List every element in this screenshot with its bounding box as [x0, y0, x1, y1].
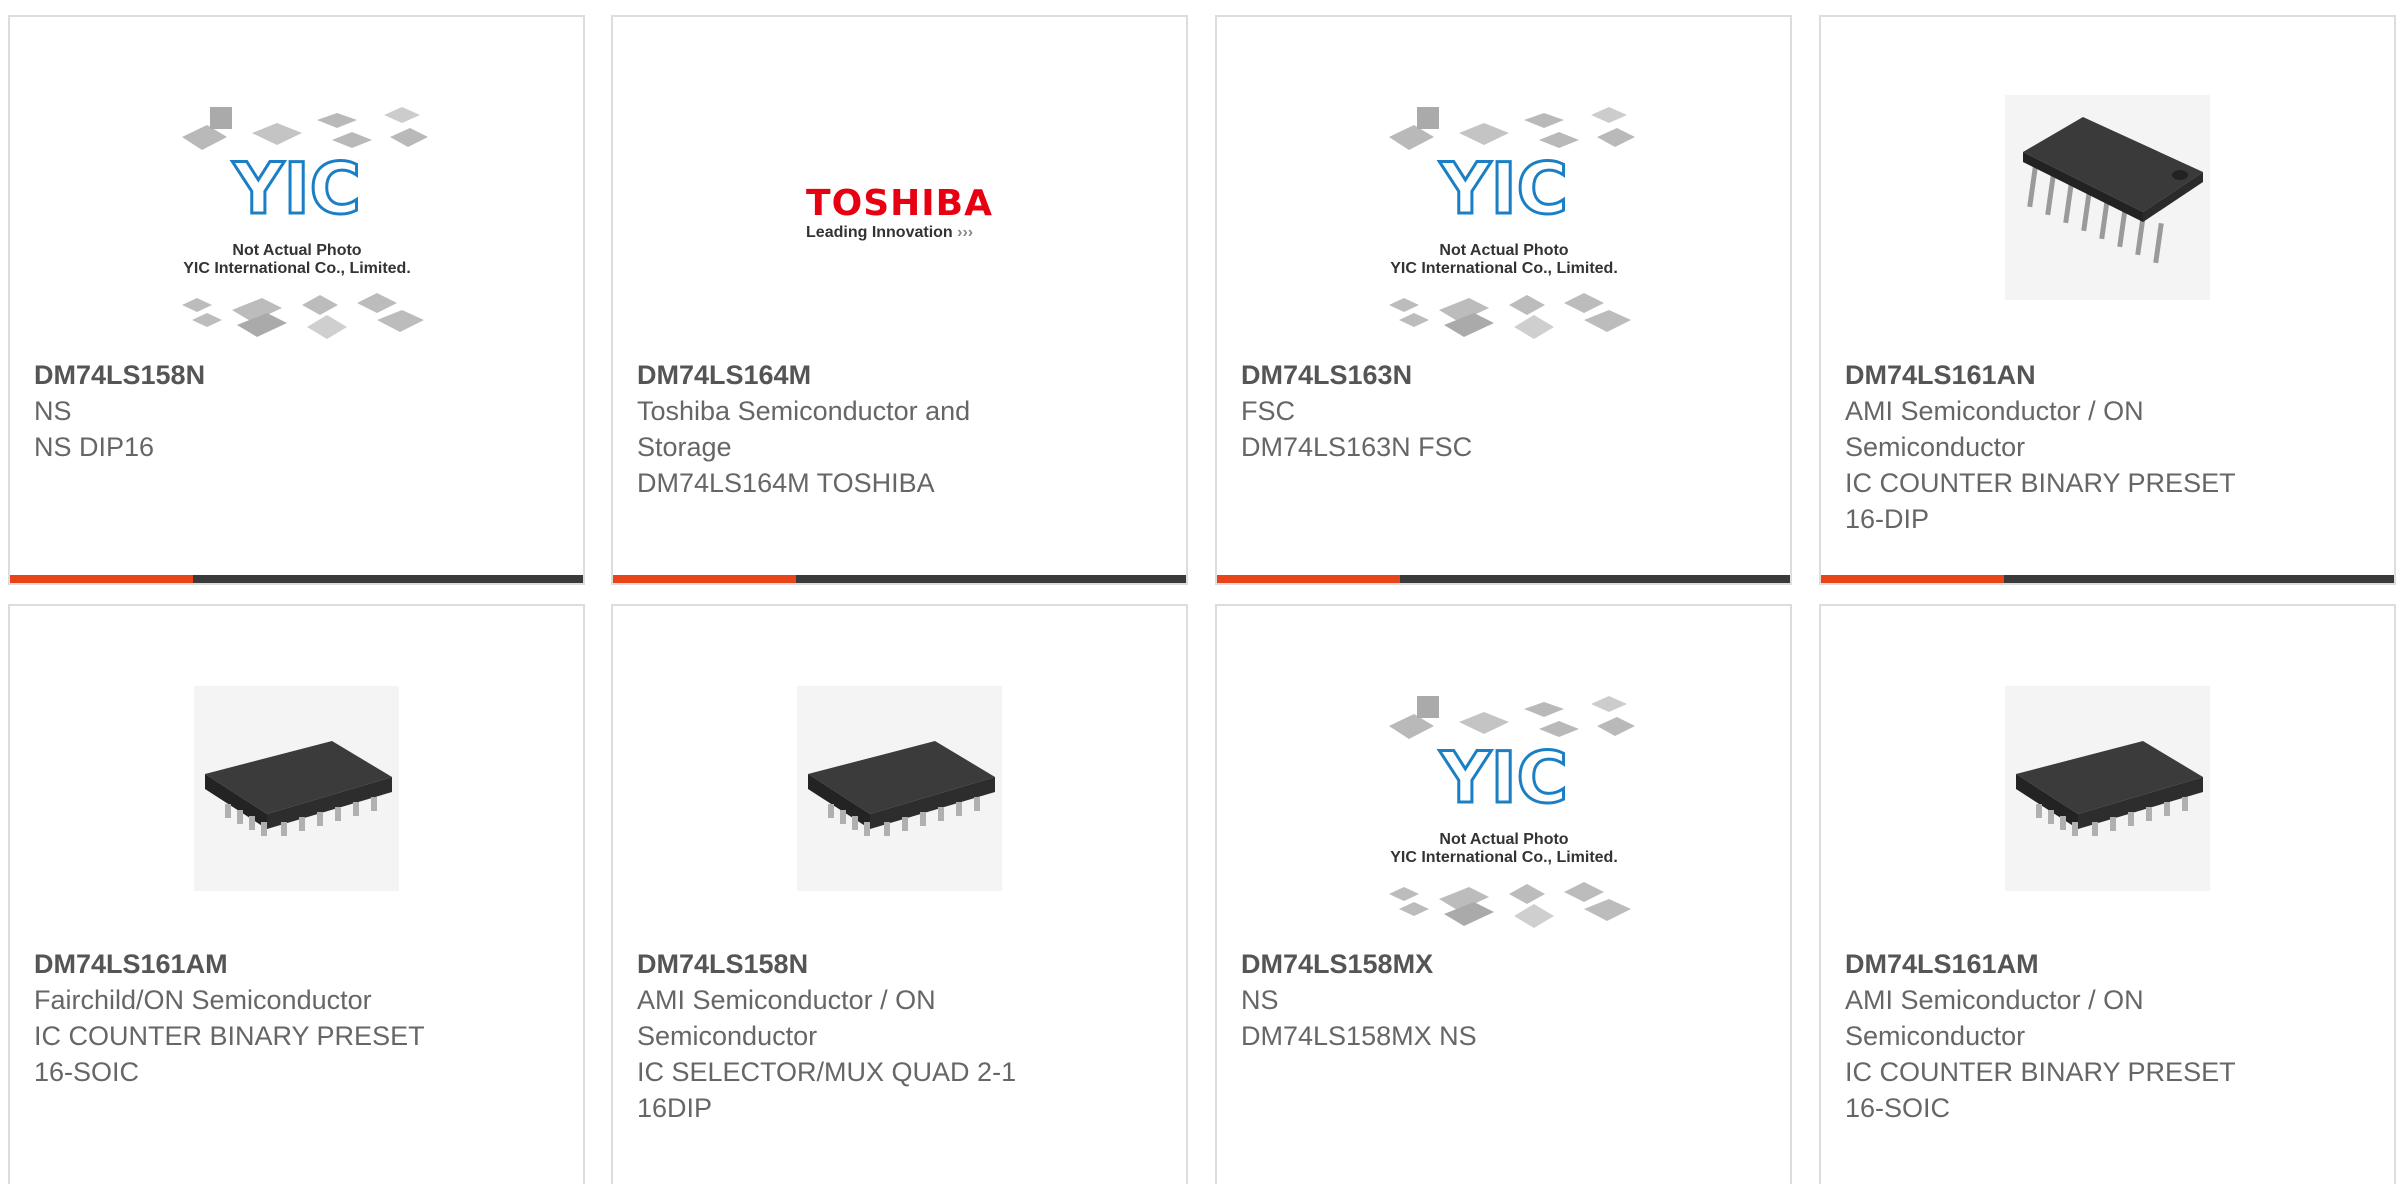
card-bottom-bar: [1217, 575, 1790, 583]
card-bottom-bar: [1821, 575, 2394, 583]
dip-chip-image: [2022, 117, 2203, 264]
product-image[interactable]: YIC Not Actual Photo YIC International C…: [1217, 656, 1790, 961]
product-info: DM74LS161AM Fairchild/ON Semiconductor I…: [34, 946, 559, 1090]
part-number[interactable]: DM74LS158N: [34, 357, 559, 393]
toshiba-logo-image: TOSHIBA Leading Innovation ›››: [806, 182, 993, 241]
product-card[interactable]: DM74LS158N AMI Semiconductor / ON Semico…: [611, 604, 1188, 1184]
part-number[interactable]: DM74LS161AM: [1845, 946, 2370, 982]
yic-placeholder-image: YIC Not Actual Photo YIC International C…: [1388, 106, 1635, 339]
product-info: DM74LS161AM AMI Semiconductor / ON Semic…: [1845, 946, 2370, 1126]
part-number[interactable]: DM74LS164M: [637, 357, 1162, 393]
card-accent: [1217, 575, 1400, 583]
description: DM74LS163N FSC: [1241, 432, 1473, 462]
description: IC COUNTER BINARY PRESET 16-DIP: [1845, 468, 2236, 534]
manufacturer: Fairchild/ON Semiconductor: [34, 985, 372, 1015]
svg-text:YIC International Co., Limited: YIC International Co., Limited.: [1390, 260, 1618, 277]
soic-chip-image: [2015, 740, 2203, 836]
product-card[interactable]: YIC Not Actual Photo YIC International C…: [1215, 15, 1792, 585]
card-accent: [613, 575, 796, 583]
product-info: DM74LS161AN AMI Semiconductor / ON Semic…: [1845, 357, 2370, 537]
description: IC COUNTER BINARY PRESET 16-SOIC: [34, 1021, 425, 1087]
description: DM74LS158MX NS: [1241, 1021, 1477, 1051]
product-card[interactable]: DM74LS161AM Fairchild/ON Semiconductor I…: [8, 604, 585, 1184]
product-image[interactable]: [1821, 656, 2394, 961]
product-info: DM74LS158N NS NS DIP16: [34, 357, 559, 465]
yic-placeholder-image: YIC Not Actual Photo YIC International C…: [181, 106, 428, 339]
yic-placeholder-image: YIC Not Actual Photo YIC International C…: [1388, 695, 1635, 928]
product-card[interactable]: DM74LS161AN AMI Semiconductor / ON Semic…: [1819, 15, 2396, 585]
svg-text:YIC: YIC: [1438, 148, 1567, 230]
product-card[interactable]: YIC Not Actual Photo YIC International C…: [1215, 604, 1792, 1184]
description: NS DIP16: [34, 432, 155, 462]
product-image[interactable]: [10, 656, 583, 961]
part-number[interactable]: DM74LS163N: [1241, 357, 1766, 393]
svg-text:YIC International Co., Limited: YIC International Co., Limited.: [1390, 849, 1618, 866]
svg-text:Not Actual Photo: Not Actual Photo: [232, 242, 361, 259]
product-card[interactable]: TOSHIBA Leading Innovation ››› DM74LS164…: [611, 15, 1188, 585]
product-info: DM74LS158MX NS DM74LS158MX NS: [1241, 946, 1766, 1054]
product-image[interactable]: [1821, 67, 2394, 372]
card-bottom-bar: [10, 575, 583, 583]
manufacturer: NS: [1241, 985, 1279, 1015]
part-number[interactable]: DM74LS161AM: [34, 946, 559, 982]
product-info: DM74LS164M Toshiba Semiconductor and Sto…: [637, 357, 1162, 501]
manufacturer: AMI Semiconductor / ON Semiconductor: [1845, 396, 2144, 462]
card-accent: [1821, 575, 2004, 583]
manufacturer: AMI Semiconductor / ON Semiconductor: [637, 985, 936, 1051]
product-image[interactable]: YIC Not Actual Photo YIC International C…: [10, 67, 583, 372]
soic-chip-image: [807, 740, 995, 836]
manufacturer: Toshiba Semiconductor and Storage: [637, 396, 971, 462]
product-info: DM74LS158N AMI Semiconductor / ON Semico…: [637, 946, 1162, 1126]
svg-text:Not Actual Photo: Not Actual Photo: [1439, 831, 1568, 848]
product-card[interactable]: DM74LS161AM AMI Semiconductor / ON Semic…: [1819, 604, 2396, 1184]
part-number[interactable]: DM74LS158MX: [1241, 946, 1766, 982]
svg-text:YIC: YIC: [231, 148, 360, 230]
manufacturer: AMI Semiconductor / ON Semiconductor: [1845, 985, 2144, 1051]
soic-chip-image: [204, 740, 392, 836]
product-card[interactable]: YIC Not Actual Photo YIC International C…: [8, 15, 585, 585]
product-image[interactable]: YIC Not Actual Photo YIC International C…: [1217, 67, 1790, 372]
part-number[interactable]: DM74LS161AN: [1845, 357, 2370, 393]
svg-text:YIC: YIC: [1438, 737, 1567, 819]
card-bottom-bar: [613, 575, 1186, 583]
manufacturer: FSC: [1241, 396, 1295, 426]
product-info: DM74LS163N FSC DM74LS163N FSC: [1241, 357, 1766, 465]
product-image[interactable]: TOSHIBA Leading Innovation ›››: [613, 67, 1186, 372]
manufacturer: NS: [34, 396, 72, 426]
svg-text:Not Actual Photo: Not Actual Photo: [1439, 242, 1568, 259]
description: IC SELECTOR/MUX QUAD 2-1 16DIP: [637, 1057, 1017, 1123]
svg-text:YIC International Co., Limited: YIC International Co., Limited.: [183, 260, 411, 277]
product-image[interactable]: [613, 656, 1186, 961]
part-number[interactable]: DM74LS158N: [637, 946, 1162, 982]
description: DM74LS164M TOSHIBA: [637, 468, 935, 498]
card-accent: [10, 575, 193, 583]
description: IC COUNTER BINARY PRESET 16-SOIC: [1845, 1057, 2236, 1123]
